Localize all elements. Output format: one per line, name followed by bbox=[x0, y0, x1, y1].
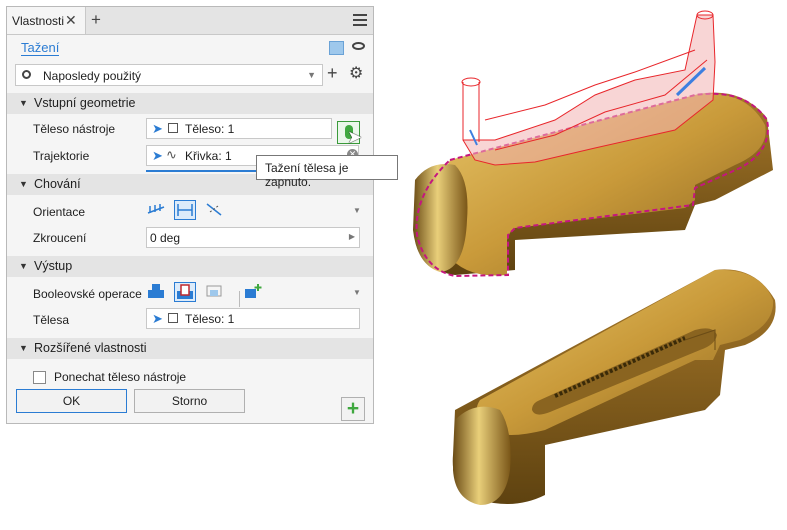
preset-value: Naposledy použitý bbox=[43, 69, 142, 83]
section-title: Vstupní geometrie bbox=[34, 96, 136, 110]
select-arrow-icon: ➤ bbox=[152, 311, 163, 326]
collapse-triangle-icon: ▼ bbox=[19, 179, 28, 189]
twist-input[interactable]: 0 deg ▶ bbox=[146, 227, 360, 248]
section-advanced[interactable]: ▼ Rozšířené vlastnosti bbox=[7, 338, 373, 359]
cancel-button[interactable]: Storno bbox=[134, 389, 245, 413]
divider bbox=[239, 291, 240, 307]
tooltip-text: Tažení tělesa je zapnuto. bbox=[265, 161, 349, 189]
bodies-label: Tělesa bbox=[33, 313, 70, 327]
keep-tool-body-label: Ponechat těleso nástroje bbox=[54, 370, 187, 384]
3d-viewport[interactable] bbox=[395, 0, 787, 530]
chevron-down-icon[interactable]: ▼ bbox=[353, 206, 361, 215]
trajectory-label: Trajektorie bbox=[33, 149, 90, 163]
trajectory-value: Křivka: 1 bbox=[185, 149, 232, 163]
boolean-label: Booleovské operace bbox=[33, 287, 142, 301]
tool-body-value: Těleso: 1 bbox=[185, 122, 235, 136]
orientation-guide-icon[interactable] bbox=[204, 200, 226, 220]
twist-value: 0 deg bbox=[150, 231, 181, 245]
orientation-parallel-icon[interactable] bbox=[174, 200, 196, 220]
orientation-path-icon[interactable] bbox=[146, 200, 168, 220]
section-input-geometry[interactable]: ▼ Vstupní geometrie bbox=[7, 93, 373, 114]
new-solid-icon[interactable] bbox=[243, 282, 265, 302]
tooltip: Tažení tělesa je zapnuto. bbox=[256, 155, 398, 189]
tool-body-label: Těleso nástroje bbox=[33, 122, 116, 136]
tab-properties[interactable]: Vlastnosti ✕ bbox=[7, 7, 86, 34]
tab-label: Vlastnosti bbox=[12, 14, 65, 28]
command-title: Tažení bbox=[21, 40, 60, 56]
intersect-icon[interactable] bbox=[204, 282, 226, 302]
add-tab-icon[interactable]: + bbox=[91, 10, 101, 30]
cube-icon[interactable] bbox=[329, 41, 344, 55]
hamburger-menu-icon[interactable] bbox=[353, 14, 367, 29]
section-output[interactable]: ▼ Výstup bbox=[7, 256, 373, 277]
twist-label: Zkroucení bbox=[33, 231, 87, 245]
clock-icon bbox=[22, 70, 31, 79]
join-icon[interactable] bbox=[146, 282, 168, 302]
solid-body-icon bbox=[168, 313, 178, 323]
ok-button[interactable]: OK bbox=[16, 389, 127, 413]
select-arrow-icon: ➤ bbox=[152, 121, 163, 136]
bodies-selector[interactable]: ➤ Těleso: 1 bbox=[146, 308, 360, 329]
solid-body-icon bbox=[168, 123, 178, 133]
preset-dropdown[interactable]: Naposledy použitý ▼ bbox=[15, 64, 323, 86]
collapse-triangle-icon: ▼ bbox=[19, 343, 28, 353]
collapse-triangle-icon: ▼ bbox=[19, 98, 28, 108]
add-preset-icon[interactable]: + bbox=[327, 63, 338, 84]
cut-icon[interactable] bbox=[174, 282, 196, 302]
curve-icon: ∿ bbox=[166, 147, 177, 162]
eye-icon[interactable] bbox=[352, 42, 365, 50]
collapse-triangle-icon: ▼ bbox=[19, 261, 28, 271]
chevron-right-icon[interactable]: ▶ bbox=[349, 232, 355, 241]
section-title: Rozšířené vlastnosti bbox=[34, 341, 147, 355]
orientation-label: Orientace bbox=[33, 205, 86, 219]
apply-add-button[interactable]: + bbox=[341, 397, 365, 421]
properties-panel: Vlastnosti ✕ + Tažení Naposledy použitý … bbox=[6, 6, 374, 424]
close-tab-icon[interactable]: ✕ bbox=[65, 12, 77, 29]
lower-model[interactable] bbox=[452, 269, 776, 505]
chevron-down-icon[interactable]: ▼ bbox=[353, 288, 361, 297]
chevron-down-icon: ▼ bbox=[307, 70, 316, 80]
section-title: Chování bbox=[34, 177, 81, 191]
tab-bar: Vlastnosti ✕ + bbox=[7, 7, 373, 35]
bodies-value: Těleso: 1 bbox=[185, 312, 235, 326]
tool-body-selector[interactable]: ➤ Těleso: 1 bbox=[146, 118, 332, 139]
section-title: Výstup bbox=[34, 259, 73, 273]
select-arrow-icon: ➤ bbox=[152, 148, 163, 163]
upper-model[interactable] bbox=[413, 10, 773, 278]
gear-icon[interactable]: ⚙ bbox=[349, 63, 363, 83]
keep-tool-body-checkbox[interactable] bbox=[33, 371, 46, 384]
